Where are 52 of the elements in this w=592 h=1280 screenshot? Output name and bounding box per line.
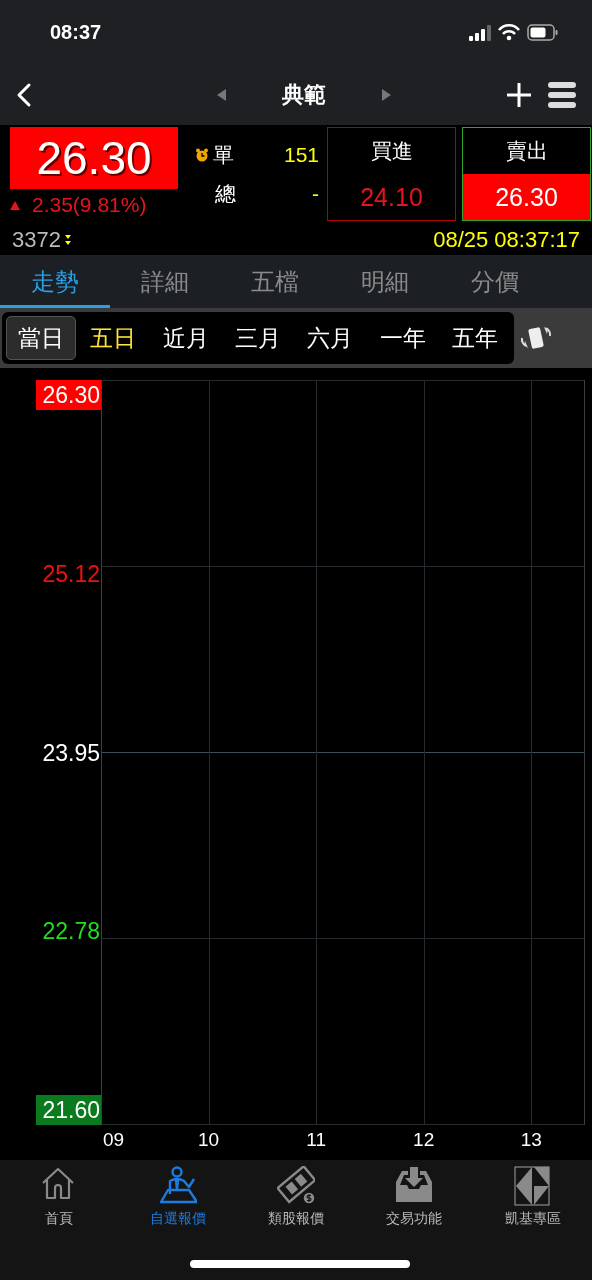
battery-icon (527, 24, 558, 41)
range-option[interactable]: 六月 (295, 316, 366, 360)
wifi-icon (498, 24, 520, 41)
quote-time: 08/25 08:37:17 (433, 227, 580, 253)
axis-label: 26.30 (36, 380, 101, 410)
menu-icon[interactable] (548, 81, 576, 109)
range-option[interactable]: 五日 (78, 316, 149, 360)
total-label: 總 (215, 180, 236, 208)
axis-label: 10 (198, 1129, 220, 1151)
nav-item[interactable]: 首頁 (4, 1166, 115, 1228)
axis-label: 25.12 (41, 559, 101, 589)
tab[interactable]: 分價 (440, 255, 550, 308)
nav-item[interactable]: 交易功能 (359, 1166, 470, 1228)
last-price: 26.30 (10, 127, 178, 189)
axis-label: 13 (520, 1129, 542, 1151)
stock-code: 3372 (12, 227, 61, 253)
axis-label: 21.60 (36, 1095, 101, 1125)
tab[interactable]: 詳細 (110, 255, 220, 308)
double-arrow-icon (64, 235, 71, 245)
nav-item[interactable]: 凱基專區 (477, 1166, 588, 1228)
range-option[interactable]: 近月 (150, 316, 221, 360)
axis-label: 22.78 (41, 917, 101, 947)
range-option[interactable]: 一年 (367, 316, 438, 360)
previous-icon[interactable] (217, 89, 226, 101)
axis-label: 09 (103, 1129, 125, 1151)
axis-label: 11 (306, 1129, 326, 1151)
total-value: - (312, 181, 319, 206)
tab[interactable]: 五檔 (220, 255, 330, 308)
range-option[interactable]: 五年 (439, 316, 510, 360)
seated-person-icon (158, 1166, 197, 1206)
alarm-icon (195, 147, 209, 162)
axis-label: 12 (413, 1129, 435, 1151)
axis-label: 23.95 (41, 738, 101, 768)
status-time: 08:37 (50, 21, 102, 44)
ask-panel[interactable]: 賣出 26.30 (462, 127, 591, 221)
add-icon[interactable] (506, 82, 532, 108)
film-strip-icon (276, 1166, 315, 1206)
nav-item[interactable]: 類股報價 (240, 1166, 351, 1228)
signal-icon (469, 24, 491, 41)
range-option[interactable]: 當日 (6, 316, 76, 360)
volume-label: 單 (213, 141, 234, 169)
stock-name: 典範 (282, 81, 326, 109)
price-change: 2.35(9.81%) (32, 193, 147, 217)
bid-panel[interactable]: 買進 24.10 (327, 127, 456, 221)
rotate-screen-icon[interactable] (520, 326, 552, 350)
next-icon[interactable] (382, 89, 391, 101)
volume-value: 151 (283, 142, 319, 167)
logo-icon (513, 1166, 552, 1206)
tab[interactable]: 明細 (330, 255, 440, 308)
nav-item[interactable]: 自選報價 (122, 1166, 233, 1228)
back-icon[interactable] (16, 82, 32, 108)
range-option[interactable]: 三月 (223, 316, 293, 360)
